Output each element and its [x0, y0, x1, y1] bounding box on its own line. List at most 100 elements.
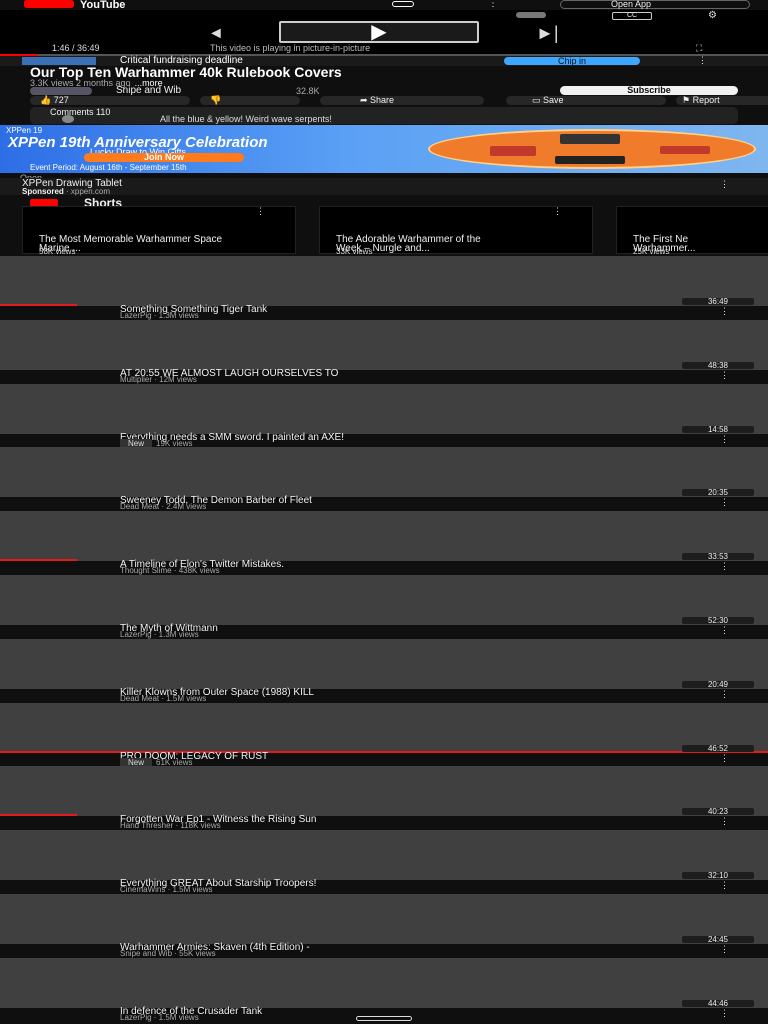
video-more-icon[interactable]: ⋮ [720, 370, 729, 381]
chip-in-button[interactable]: Chip in [504, 57, 640, 66]
video-list-meta: New 19K views [120, 438, 192, 448]
video-list-item[interactable]: 46:52 PRO DOOM: LEGACY OF RUST New 61K view… [0, 702, 768, 767]
video-duration: 32:10 [682, 872, 754, 880]
channel-name[interactable]: Snipe and Wib [116, 85, 181, 96]
save-label: Save [543, 95, 564, 105]
short-views: 33K views [336, 247, 373, 256]
video-thumbnail[interactable]: 24:45 [0, 894, 768, 944]
video-info[interactable]: AT 20:55 WE ALMOST LAUGH OURSELVES TO Mul… [0, 368, 768, 384]
new-badge: New [120, 438, 153, 448]
share-button[interactable]: ➦ Share [320, 96, 484, 105]
video-list-item[interactable]: 40:23 Forgotten War Ep1 - Witness the Ris… [0, 766, 768, 831]
more-options-icon[interactable]: ⋮ [488, 0, 498, 9]
open-app-button[interactable]: Open App [560, 0, 750, 9]
video-info[interactable]: PRO DOOM: LEGACY OF RUST New 61K views ⋮ [0, 751, 768, 767]
short-card[interactable]: ⋮ The Adorable Warhammer of the Week – Nu… [319, 206, 593, 256]
video-more-icon[interactable]: ⋮ [720, 306, 729, 317]
save-button[interactable]: ▭ Save [506, 96, 666, 105]
fullscreen-icon[interactable]: ⛶ [696, 43, 702, 54]
autoplay-toggle[interactable] [516, 12, 546, 18]
video-list-meta-text: LazerPig · 1.5M views [120, 1012, 199, 1022]
video-info[interactable]: Everything needs a SMM sword. I painted … [0, 432, 768, 448]
short-more-icon[interactable]: ⋮ [256, 206, 265, 217]
like-button[interactable]: 👍 727 [30, 96, 190, 105]
video-info[interactable]: Forgotten War Ep1 - Witness the Rising S… [0, 814, 768, 831]
video-thumbnail[interactable]: 32:10 [0, 830, 768, 881]
previous-icon[interactable]: ◄ [208, 25, 224, 43]
video-list-meta-text: Dead Meat · 1.5M views [120, 693, 207, 703]
ad-card[interactable]: XPPen Drawing Tablet Sponsored · xppen.c… [0, 178, 768, 196]
ad-more-icon[interactable]: ⋮ [720, 179, 729, 190]
video-thumbnail[interactable]: 40:23 [0, 766, 768, 817]
video-info[interactable]: Something Something Tiger Tank LazerPig ·… [0, 304, 768, 320]
video-more-icon[interactable]: ⋮ [720, 1008, 729, 1019]
video-info[interactable]: Killer Klowns from Outer Space (1988) KI… [0, 687, 768, 703]
thumbs-down-icon: 👎 [210, 95, 222, 105]
video-thumbnail[interactable]: 44:46 [0, 957, 768, 1008]
video-more-icon[interactable]: ⋮ [720, 944, 729, 955]
save-icon: ▭ [532, 95, 544, 105]
video-duration: 48:38 [682, 361, 754, 369]
video-info[interactable]: A Timeline of Elon's Twitter Mistakes. Th… [0, 559, 768, 576]
new-badge: New [120, 757, 153, 767]
video-more-icon[interactable]: ⋮ [720, 880, 729, 891]
video-player[interactable]: CC ⚙ ◄ ▶ ►| 1:46 / 36:49 This video is p… [0, 10, 768, 56]
video-list-item[interactable]: 33:53 A Timeline of Elon's Twitter Mistak… [0, 511, 768, 576]
video-thumbnail[interactable]: 46:52 [0, 702, 768, 753]
video-info[interactable]: The Myth of Wittmann LazerPig · 1.3M view… [0, 623, 768, 639]
play-button[interactable]: ▶ [279, 21, 479, 43]
youtube-logo-icon[interactable] [24, 0, 74, 8]
video-more-icon[interactable]: ⋮ [720, 753, 729, 764]
video-info[interactable]: Warhammer Armies: Skaven (4th Edition) -… [0, 942, 768, 958]
sponsored-label: Sponsored [22, 187, 64, 196]
video-list-meta: Dead Meat · 1.5M views [120, 694, 206, 703]
video-list-meta: LazerPig · 1.3M views [120, 311, 199, 320]
video-list-item[interactable]: 48:38 AT 20:55 WE ALMOST LAUGH OURSELVES … [0, 319, 768, 384]
fundraiser-more-icon[interactable]: ⋮ [698, 55, 707, 66]
video-list-item[interactable]: 20:49 Killer Klowns from Outer Space (198… [0, 638, 768, 703]
comments-panel[interactable]: Comments 110 All the blue & yellow! Weir… [30, 107, 738, 124]
video-more-icon[interactable]: ⋮ [720, 497, 729, 508]
video-thumbnail[interactable]: 48:38 [0, 319, 768, 370]
ad-banner[interactable]: XPPen 19 XPPen 19th Anniversary Celebrat… [0, 125, 768, 173]
video-more-icon[interactable]: ⋮ [720, 816, 729, 827]
short-card[interactable]: The First Ne Warhammer... 25K views [616, 206, 768, 256]
search-icon[interactable] [392, 1, 414, 7]
video-more-icon[interactable]: ⋮ [720, 625, 729, 636]
video-info[interactable]: Sweeney Todd, The Demon Barber of Fleet D… [0, 495, 768, 512]
short-card[interactable]: ⋮ The Most Memorable Warhammer Space Mari… [22, 206, 296, 256]
settings-icon[interactable]: ⚙ [708, 10, 717, 21]
action-bar: 👍 727 👎 ➦ Share ▭ Save ⚑ Report [30, 96, 768, 106]
video-thumbnail[interactable]: 52:30 [0, 575, 768, 625]
video-thumbnail[interactable]: 33:53 [0, 511, 768, 562]
subscribe-button[interactable]: Subscribe [560, 86, 738, 95]
video-thumbnail[interactable]: 36:49 [0, 256, 768, 306]
join-now-button[interactable]: Join Now [84, 153, 244, 162]
ad-event-period: Event Period: August 16th - September 15… [30, 163, 187, 172]
video-thumbnail[interactable]: 14:58 [0, 383, 768, 434]
video-list-meta: Dead Meat · 2.4M views [120, 502, 206, 511]
video-duration: 24:45 [682, 936, 754, 944]
video-list-item[interactable]: 52:30 The Myth of Wittmann LazerPig · 1.3M… [0, 575, 768, 639]
captions-button[interactable]: CC [612, 12, 652, 20]
video-list-item[interactable]: 14:58 Everything needs a SMM sword. I pai… [0, 383, 768, 448]
video-list-item[interactable]: 32:10 Everything GREAT About Starship Tro… [0, 830, 768, 895]
video-thumbnail[interactable]: 20:49 [0, 638, 768, 689]
video-list-item[interactable]: 36:49 Something Something Tiger Tank Lazer… [0, 256, 768, 320]
video-list-item[interactable]: 24:45 Warhammer Armies: Skaven (4th Editi… [0, 894, 768, 958]
dislike-button[interactable]: 👎 [200, 96, 300, 105]
video-more-icon[interactable]: ⋮ [720, 434, 729, 445]
short-more-icon[interactable]: ⋮ [553, 206, 562, 217]
video-list-item[interactable]: 44:46 In defence of the Crusader Tank Laze… [0, 957, 768, 1022]
video-more-icon[interactable]: ⋮ [720, 689, 729, 700]
video-more-icon[interactable]: ⋮ [720, 561, 729, 572]
report-button[interactable]: ⚑ Report [676, 96, 768, 105]
prize-tablet-image [560, 134, 620, 144]
video-list-meta: CinemaWins · 1.5M views [120, 885, 212, 894]
video-list-item[interactable]: 20:35 Sweeney Todd, The Demon Barber of F… [0, 447, 768, 512]
next-icon[interactable]: ►| [536, 23, 559, 44]
channel-avatar[interactable] [30, 87, 92, 95]
home-indicator[interactable] [356, 1016, 412, 1021]
video-thumbnail[interactable]: 20:35 [0, 447, 768, 498]
video-info[interactable]: Everything GREAT About Starship Troopers… [0, 878, 768, 895]
